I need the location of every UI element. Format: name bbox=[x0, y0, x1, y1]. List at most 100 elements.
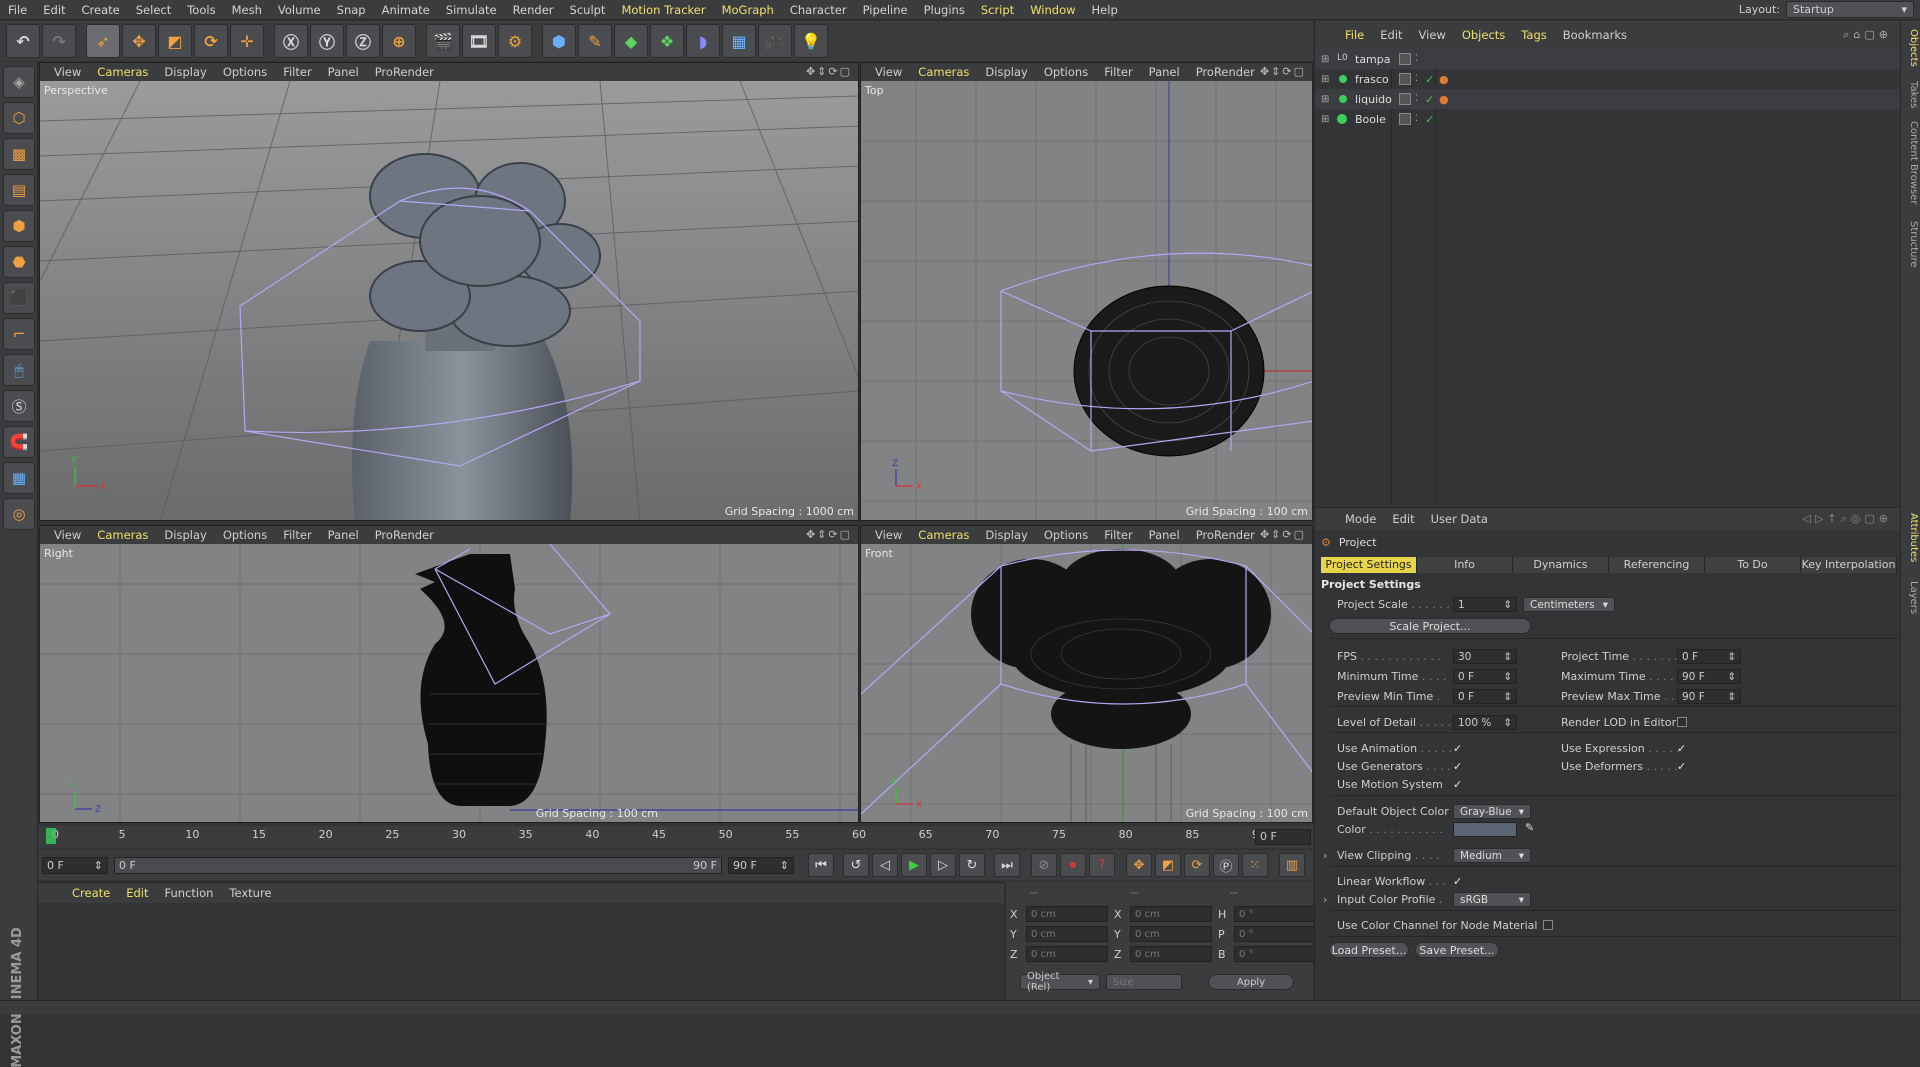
vp-menu-filter[interactable]: Filter bbox=[275, 65, 319, 79]
light-icon[interactable]: 💡 bbox=[794, 24, 828, 58]
timeline-icon[interactable]: ▥ bbox=[1279, 853, 1305, 877]
fps-field[interactable]: 30 ⇕ bbox=[1453, 649, 1517, 664]
om-menu-file[interactable]: File bbox=[1337, 28, 1372, 42]
load-preset-button[interactable]: Load Preset... bbox=[1329, 942, 1409, 958]
use-generators-checkbox[interactable]: ✓ bbox=[1453, 761, 1464, 772]
object-name[interactable]: Boole bbox=[1355, 113, 1386, 126]
vp-menu-options[interactable]: Options bbox=[1036, 65, 1096, 79]
viewport-perspective[interactable]: View Cameras Display Options Filter Pane… bbox=[39, 62, 859, 521]
timeline-ruler[interactable]: 051015202530354045505560657075808590 0 F bbox=[38, 826, 1313, 848]
scale-icon[interactable]: ◩ bbox=[158, 24, 192, 58]
menu-script[interactable]: Script bbox=[973, 3, 1022, 17]
pos-x-field[interactable]: 0 cm bbox=[1026, 906, 1108, 922]
default-color-dropdown[interactable]: Gray-Blue ▾ bbox=[1453, 804, 1531, 819]
vp-menu-cameras[interactable]: Cameras bbox=[89, 528, 156, 542]
mat-menu-edit[interactable]: Edit bbox=[118, 886, 156, 900]
record-keys-icon[interactable]: ⊘ bbox=[1031, 853, 1057, 877]
menu-help[interactable]: Help bbox=[1084, 3, 1126, 17]
redo-icon[interactable]: ↷ bbox=[42, 24, 76, 58]
vp-menu-cameras[interactable]: Cameras bbox=[910, 65, 977, 79]
mat-menu-texture[interactable]: Texture bbox=[221, 886, 279, 900]
rotate-icon[interactable]: ⟳ bbox=[194, 24, 228, 58]
viewport-nav-icons[interactable]: ✥⇕⟳▢ bbox=[806, 65, 852, 78]
viewport-right[interactable]: View Cameras Display Options Filter Pane… bbox=[39, 525, 859, 823]
viewport-nav-icons[interactable]: ✥⇕⟳▢ bbox=[1260, 528, 1306, 541]
tab-referencing[interactable]: Referencing bbox=[1609, 557, 1705, 573]
model-mode-icon[interactable]: ⬡ bbox=[3, 102, 35, 134]
vp-menu-prorender[interactable]: ProRender bbox=[367, 528, 442, 542]
vp-menu-cameras[interactable]: Cameras bbox=[89, 65, 156, 79]
at-menu-user-data[interactable]: User Data bbox=[1423, 512, 1496, 526]
layout-dropdown[interactable]: Startup ▾ bbox=[1786, 1, 1914, 18]
om-menu-edit[interactable]: Edit bbox=[1372, 28, 1410, 42]
object-row[interactable]: ⊞ Boole ⁚ ✓ bbox=[1315, 109, 1901, 129]
x-axis-icon[interactable]: Ⓧ bbox=[274, 24, 308, 58]
preview-min-field[interactable]: 0 F ⇕ bbox=[1453, 689, 1517, 704]
coord-mode-dropdown[interactable]: Object (Rel) ▾ bbox=[1020, 971, 1100, 993]
start-frame-field[interactable]: 0 F ⇕ bbox=[42, 856, 108, 874]
view-clipping-dropdown[interactable]: Medium ▾ bbox=[1453, 848, 1531, 863]
viewport-nav-icons[interactable]: ✥⇕⟳▢ bbox=[806, 528, 852, 541]
vp-menu-prorender[interactable]: ProRender bbox=[1188, 528, 1263, 542]
save-preset-button[interactable]: Save Preset... bbox=[1415, 942, 1499, 958]
om-menu-bookmarks[interactable]: Bookmarks bbox=[1555, 28, 1635, 42]
menu-sculpt[interactable]: Sculpt bbox=[562, 3, 614, 17]
tab-info[interactable]: Info bbox=[1417, 557, 1513, 573]
move-icon[interactable]: ✥ bbox=[122, 24, 156, 58]
floor-icon[interactable]: ▦ bbox=[722, 24, 756, 58]
apply-button[interactable]: Apply bbox=[1208, 974, 1294, 990]
use-animation-checkbox[interactable]: ✓ bbox=[1453, 743, 1464, 754]
pen-icon[interactable]: ✎ bbox=[578, 24, 612, 58]
menu-window[interactable]: Window bbox=[1022, 3, 1083, 17]
tweak-mode-icon[interactable]: 🖱 bbox=[3, 354, 35, 386]
enabled-check-icon[interactable]: ✓ bbox=[1425, 113, 1434, 126]
range-slider[interactable]: 0 F 90 F bbox=[114, 856, 722, 874]
recent-tool-icon[interactable]: ✛ bbox=[230, 24, 264, 58]
object-name[interactable]: frasco bbox=[1355, 73, 1389, 86]
use-motion-checkbox[interactable]: ✓ bbox=[1453, 779, 1464, 790]
go-to-end-icon[interactable]: ⏭ bbox=[994, 853, 1020, 877]
material-tag-icon[interactable]: ● bbox=[1439, 93, 1449, 106]
render-picture-viewer-icon[interactable]: 🎞 bbox=[462, 24, 496, 58]
rot-h-field[interactable]: 0 ° bbox=[1234, 906, 1316, 922]
autokey-icon[interactable]: ? bbox=[1089, 853, 1115, 877]
size-x-field[interactable]: 0 cm bbox=[1130, 906, 1212, 922]
menu-snap[interactable]: Snap bbox=[329, 3, 374, 17]
om-menu-tags[interactable]: Tags bbox=[1513, 28, 1554, 42]
om-menu-view[interactable]: View bbox=[1411, 28, 1454, 42]
vp-menu-cameras[interactable]: Cameras bbox=[910, 528, 977, 542]
material-tag-icon[interactable]: ● bbox=[1439, 73, 1449, 86]
vp-menu-panel[interactable]: Panel bbox=[1141, 528, 1188, 542]
next-frame-icon[interactable]: ▷ bbox=[930, 853, 956, 877]
node-material-checkbox[interactable] bbox=[1543, 920, 1553, 930]
vp-menu-prorender[interactable]: ProRender bbox=[1188, 65, 1263, 79]
vp-menu-display[interactable]: Display bbox=[156, 65, 214, 79]
at-menu-edit[interactable]: Edit bbox=[1384, 512, 1422, 526]
lod-field[interactable]: 100 % ⇕ bbox=[1453, 715, 1517, 730]
size-z-field[interactable]: 0 cm bbox=[1130, 946, 1212, 962]
live-selection-icon[interactable]: ➶ bbox=[86, 24, 120, 58]
project-scale-field[interactable]: 1 ⇕ bbox=[1453, 597, 1517, 612]
object-row[interactable]: ⊞ liquido ⁚ ✓ ● bbox=[1315, 89, 1901, 109]
deformer-icon[interactable]: ◗ bbox=[686, 24, 720, 58]
menu-tools[interactable]: Tools bbox=[179, 3, 223, 17]
eyedropper-icon[interactable]: ✎ bbox=[1525, 821, 1534, 834]
tab-dynamics[interactable]: Dynamics bbox=[1513, 557, 1609, 573]
side-tab-content-browser[interactable]: Content Browser bbox=[1903, 121, 1919, 204]
menu-volume[interactable]: Volume bbox=[270, 3, 329, 17]
side-tab-takes[interactable]: Takes bbox=[1903, 81, 1919, 108]
render-settings-icon[interactable]: ⚙ bbox=[498, 24, 532, 58]
expand-icon[interactable]: ⊞ bbox=[1321, 94, 1329, 105]
polygons-mode-icon[interactable]: ⬛ bbox=[3, 282, 35, 314]
min-time-field[interactable]: 0 F ⇕ bbox=[1453, 669, 1517, 684]
cube-icon[interactable]: ⬢ bbox=[542, 24, 576, 58]
points-mode-icon[interactable]: ⬢ bbox=[3, 210, 35, 242]
render-view-icon[interactable]: 🎬 bbox=[426, 24, 460, 58]
undo-icon[interactable]: ↶ bbox=[6, 24, 40, 58]
at-toolbar-icons[interactable]: ◁▷↑⌕◎▢⊕ bbox=[1802, 512, 1892, 526]
coordinate-system-icon[interactable]: ⊕ bbox=[382, 24, 416, 58]
mat-menu-function[interactable]: Function bbox=[157, 886, 222, 900]
render-dots-icon[interactable]: ⁚ bbox=[1415, 74, 1418, 84]
viewport-front[interactable]: View Cameras Display Options Filter Pane… bbox=[860, 525, 1313, 823]
axis-mode-icon[interactable]: ⌐ bbox=[3, 318, 35, 350]
